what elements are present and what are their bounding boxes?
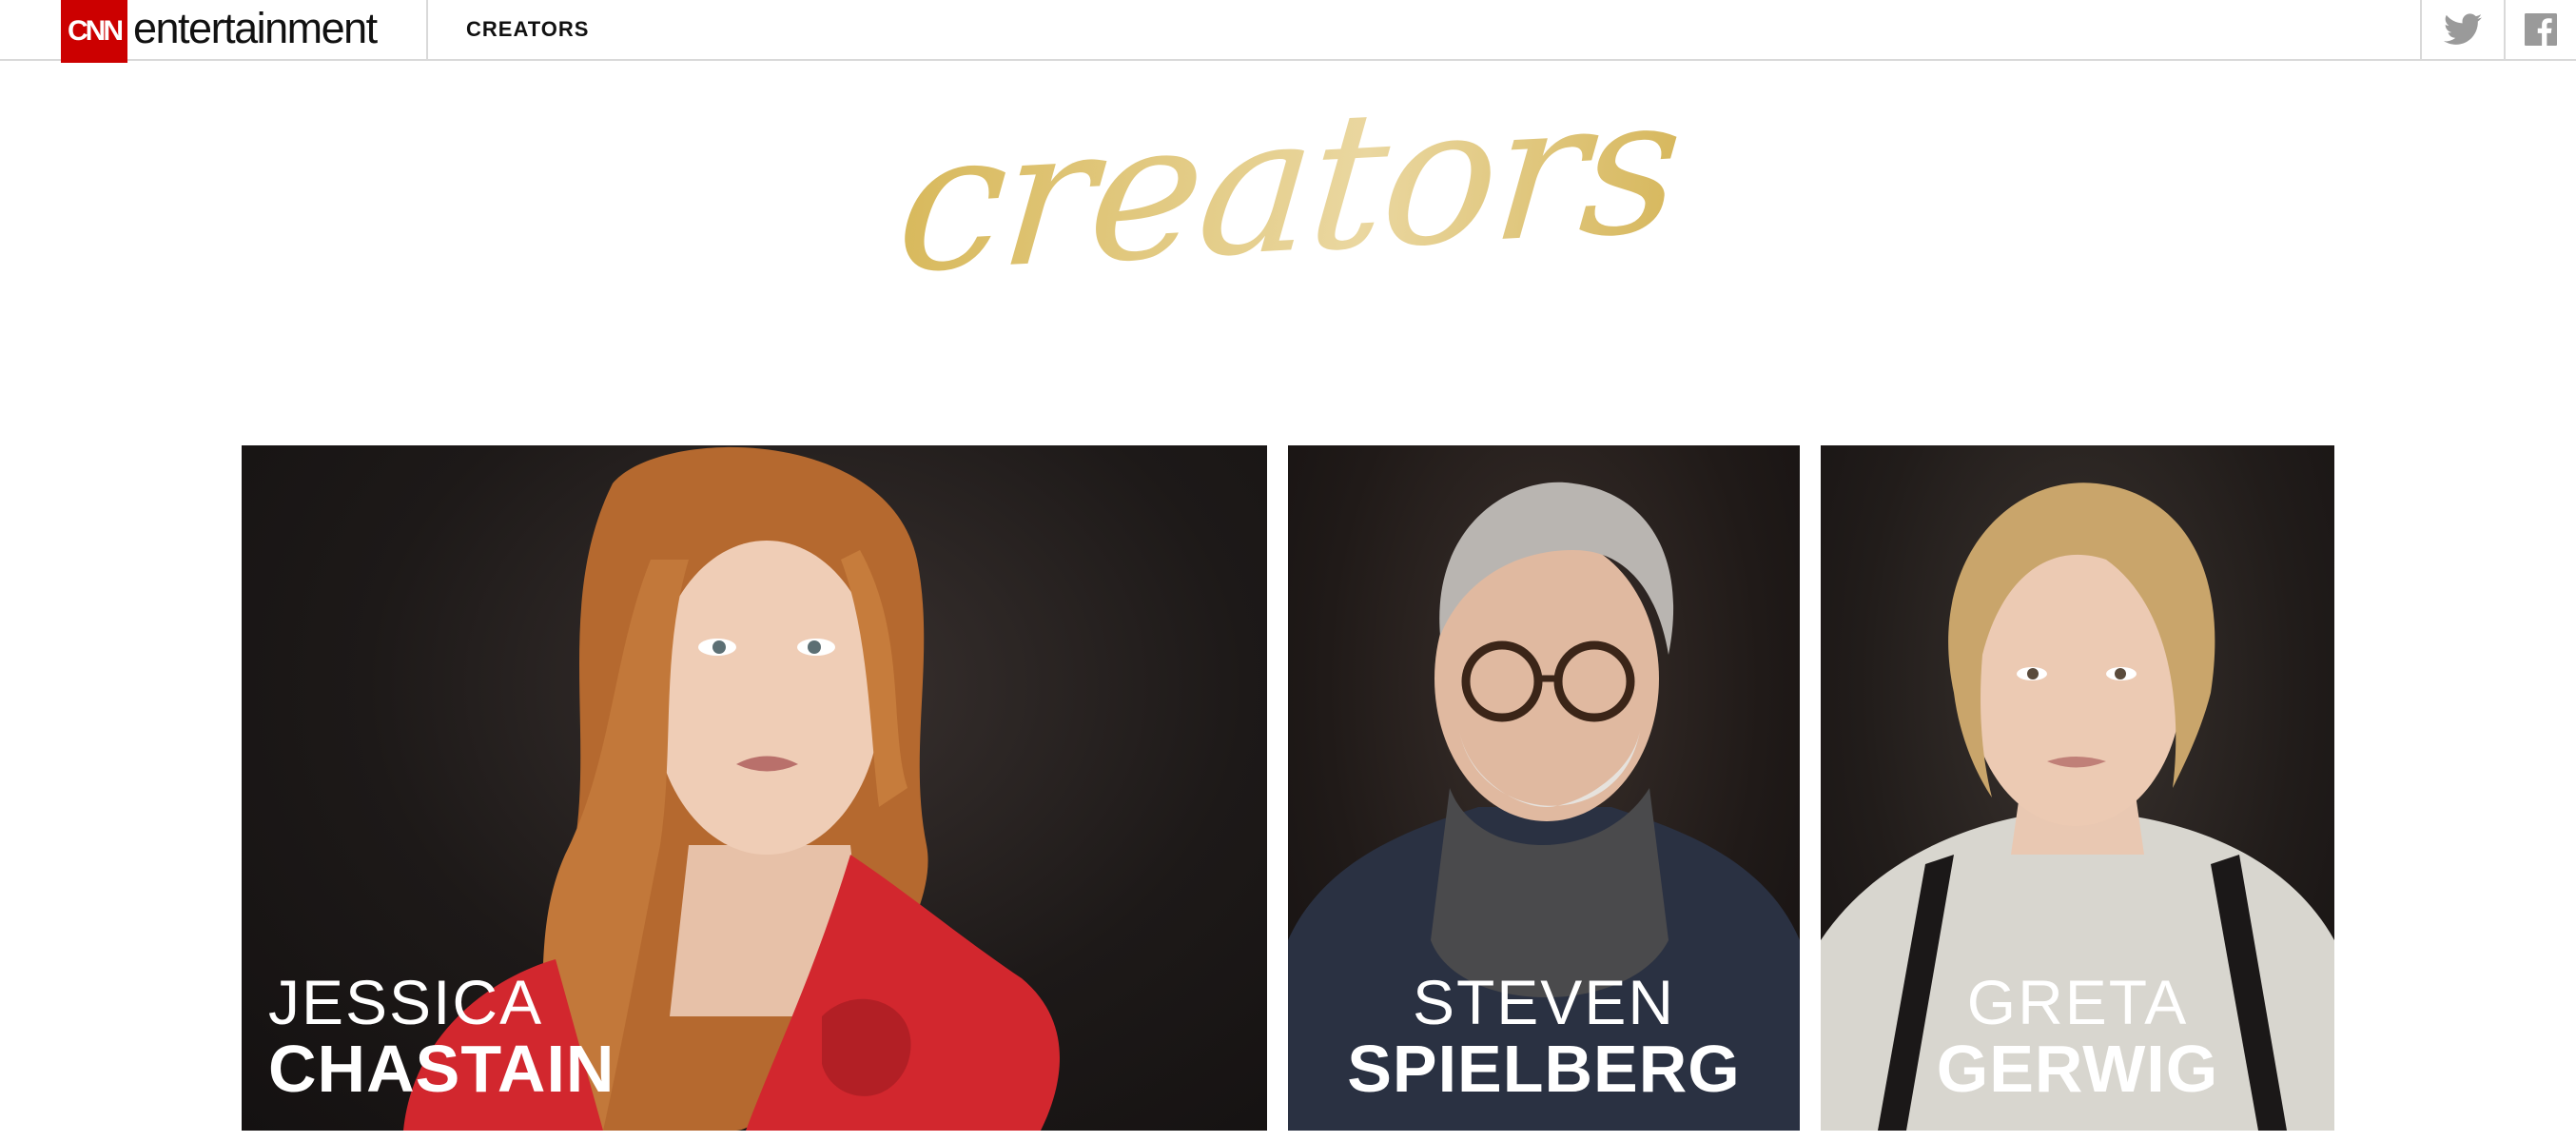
top-navigation-bar: CNN entertainment CREATORS xyxy=(0,0,2576,63)
creator-last-name: CHASTAIN xyxy=(268,1032,615,1106)
facebook-share-button[interactable] xyxy=(2506,0,2576,59)
hero-title-text: creators xyxy=(889,53,1687,317)
cnn-entertainment-logo[interactable]: CNN entertainment xyxy=(61,0,378,63)
creator-card-greta-gerwig[interactable]: GRETA GERWIG xyxy=(1821,445,2334,1131)
twitter-share-button[interactable] xyxy=(2422,0,2504,59)
creator-last-name: SPIELBERG xyxy=(1347,1032,1741,1106)
creator-first-name: GRETA xyxy=(1966,967,2189,1037)
creator-name: GRETA GERWIG xyxy=(1821,971,2334,1102)
creator-first-name: JESSICA xyxy=(268,967,544,1037)
section-label-creators[interactable]: CREATORS xyxy=(466,0,589,59)
facebook-icon xyxy=(2525,13,2557,46)
creator-name: JESSICA CHASTAIN xyxy=(268,971,615,1102)
cnn-logo-box: CNN xyxy=(61,0,127,63)
creator-first-name: STEVEN xyxy=(1412,967,1676,1037)
creator-name: STEVEN SPIELBERG xyxy=(1288,971,1800,1102)
brand-wordmark: entertainment xyxy=(133,3,378,52)
creator-last-name: GERWIG xyxy=(1936,1032,2219,1106)
creators-hero-title: creators xyxy=(0,53,2576,317)
creator-card-jessica-chastain[interactable]: JESSICA CHASTAIN xyxy=(242,445,1267,1131)
twitter-icon xyxy=(2444,13,2482,45)
header-divider xyxy=(426,0,428,61)
creator-card-steven-spielberg[interactable]: STEVEN SPIELBERG xyxy=(1288,445,1800,1131)
